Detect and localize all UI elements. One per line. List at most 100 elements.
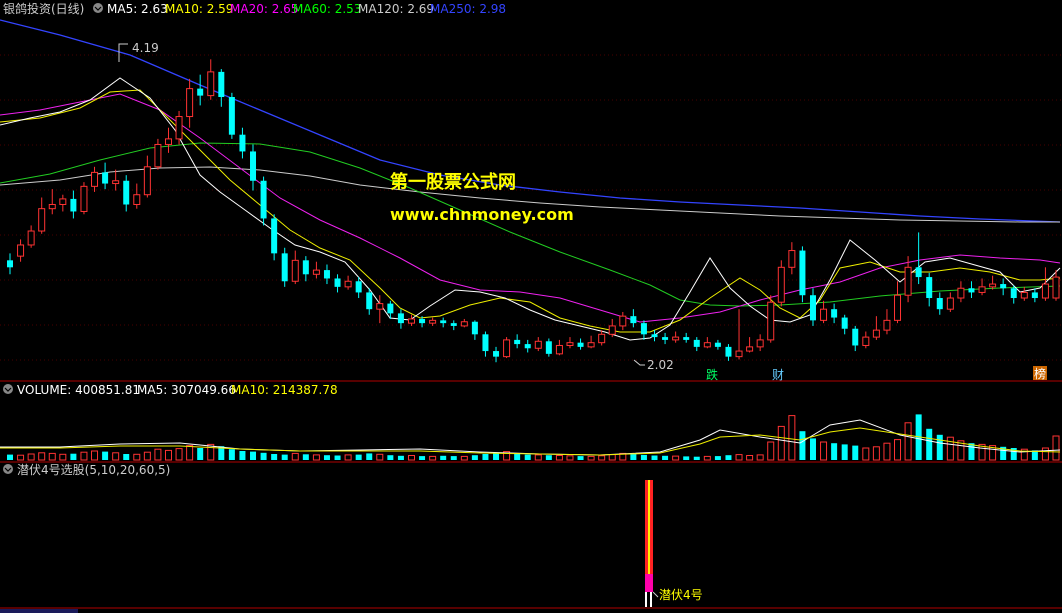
- volume-bar: [376, 453, 384, 461]
- candle: [80, 182, 88, 215]
- volume-bar: [59, 453, 67, 461]
- candle: [545, 338, 552, 357]
- volume-bar: [387, 455, 394, 460]
- header-toggle-icon[interactable]: [93, 3, 103, 13]
- candle: [651, 330, 658, 342]
- volume-bar: [693, 456, 700, 460]
- volume-bar: [344, 454, 352, 461]
- candle: [112, 169, 120, 191]
- candle: [250, 144, 257, 191]
- candle: [239, 127, 246, 159]
- high-label: 4.19: [132, 41, 159, 55]
- volume-bar: [662, 455, 669, 460]
- candle: [672, 331, 680, 343]
- volume-bar: [154, 448, 162, 461]
- volume-bar: [524, 454, 531, 460]
- candle: [936, 292, 943, 315]
- bottom-status-strip: [0, 609, 78, 613]
- volume-bar: [302, 454, 309, 460]
- candle: [260, 176, 267, 226]
- candle: [566, 337, 574, 349]
- candle: [767, 295, 775, 343]
- event-marker-bang[interactable]: 榜: [1034, 366, 1046, 381]
- candle: [683, 332, 690, 343]
- volume-bar: [577, 456, 584, 460]
- volume-bar: [123, 454, 130, 460]
- volume-bar: [777, 425, 785, 461]
- volume-ma5-label: MA5: 307049.66: [137, 383, 236, 397]
- volume-bar: [419, 456, 426, 460]
- volume-bar: [756, 454, 764, 461]
- candle: [946, 292, 954, 312]
- candle: [429, 317, 437, 326]
- volume-bar: [27, 453, 35, 461]
- volume-bar: [197, 448, 204, 460]
- candle: [1031, 288, 1038, 303]
- candle: [968, 281, 975, 299]
- volume-bar: [703, 455, 711, 461]
- candle: [852, 325, 859, 352]
- volume-bar: [471, 455, 478, 460]
- signal-label: 潜伏4号: [659, 588, 703, 602]
- candle: [59, 194, 67, 212]
- candle: [619, 311, 627, 331]
- volume-bar: [239, 451, 246, 460]
- volume-bar: [366, 453, 373, 460]
- candle: [70, 190, 77, 219]
- volume-bar: [820, 441, 828, 461]
- volume-bar: [651, 455, 658, 460]
- volume-bar: [630, 454, 637, 460]
- candle: [777, 260, 785, 307]
- indicator-title: 潜伏4号选股(5,10,20,60,5): [17, 463, 170, 477]
- candle: [841, 314, 848, 335]
- candle: [926, 272, 933, 307]
- candle: [714, 339, 721, 350]
- candle: [334, 274, 341, 293]
- candle: [1041, 267, 1049, 301]
- volume-bar: [555, 455, 563, 461]
- volume-bar: [883, 442, 891, 461]
- low-annotation: 2.02: [633, 358, 674, 372]
- volume-bar: [534, 454, 542, 461]
- candle: [440, 317, 447, 328]
- volume-bar: [143, 451, 151, 461]
- volume-bar: [809, 438, 816, 460]
- volume-bar: [17, 454, 25, 461]
- indicator-toggle-icon[interactable]: [3, 464, 13, 474]
- volume-bar: [714, 456, 721, 460]
- candle: [450, 320, 457, 331]
- ma5-label: MA5: 2.63: [107, 2, 168, 16]
- volume-bar: [291, 452, 299, 461]
- volume-bar: [80, 451, 88, 461]
- volume-bar: [968, 443, 975, 460]
- candle: [460, 318, 468, 328]
- candle: [1020, 286, 1028, 301]
- volume-bar: [841, 444, 848, 460]
- candle: [323, 264, 330, 285]
- volume-bar: [450, 456, 457, 460]
- volume-bar: [164, 449, 172, 461]
- event-marker-die[interactable]: 跌: [706, 367, 718, 382]
- candle: [989, 275, 997, 290]
- volume-bar: [767, 441, 775, 461]
- candle: [555, 339, 563, 356]
- candle: [703, 337, 711, 349]
- candle: [218, 69, 225, 107]
- volume-toggle-icon[interactable]: [3, 384, 13, 394]
- volume-bar: [7, 454, 13, 460]
- candle: [746, 337, 754, 353]
- candle: [471, 320, 478, 340]
- stock-chart[interactable]: 4.19 2.02 第一股票公式网 www.chnmoney.com 跌 财 榜…: [0, 0, 1062, 613]
- volume-ma10-label: MA10: 214387.78: [231, 383, 338, 397]
- candle: [503, 337, 511, 359]
- candle: [493, 346, 500, 363]
- volume-bar: [440, 455, 447, 460]
- ma120-label: MA120: 2.69: [358, 2, 434, 16]
- candle: [725, 344, 732, 361]
- event-marker-cai[interactable]: 财: [772, 368, 784, 382]
- volume-bar: [1052, 435, 1060, 461]
- ma250-label: MA250: 2.98: [430, 2, 506, 16]
- volume-bar: [799, 431, 806, 460]
- volume-bar: [175, 448, 183, 461]
- volume-bar: [545, 455, 552, 460]
